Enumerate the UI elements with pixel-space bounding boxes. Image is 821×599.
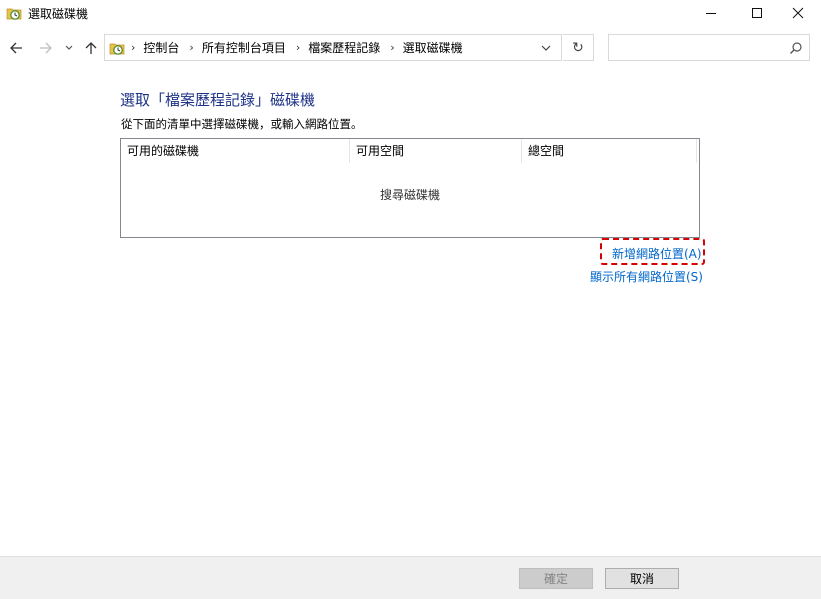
breadcrumb-separator[interactable]: › — [296, 41, 300, 54]
searching-status: 搜尋磁碟機 — [379, 188, 440, 202]
column-header-total-space[interactable]: 總空間 — [522, 139, 697, 163]
breadcrumb-separator[interactable]: › — [390, 41, 394, 54]
search-icon[interactable] — [789, 41, 803, 55]
minimize-icon — [706, 13, 716, 14]
title-bar: 選取磁碟機 — [0, 0, 821, 26]
up-button[interactable] — [80, 37, 102, 59]
show-all-network-locations-link[interactable]: 顯示所有網路位置(S) — [590, 268, 703, 285]
close-icon — [792, 7, 804, 19]
address-bar[interactable]: › 控制台 › 所有控制台項目 › 檔案歷程記錄 › 選取磁碟機 — [104, 34, 562, 61]
address-dropdown-button[interactable] — [532, 34, 560, 61]
file-history-icon — [109, 43, 125, 55]
refresh-button[interactable]: ↻ — [563, 34, 594, 61]
dialog-footer: 確定 取消 — [0, 556, 821, 599]
breadcrumb-item-control-panel[interactable]: 控制台 — [143, 39, 179, 56]
breadcrumb-separator: › — [131, 41, 136, 54]
ok-button[interactable]: 確定 — [519, 568, 593, 589]
refresh-icon: ↻ — [572, 39, 584, 56]
breadcrumb-separator[interactable]: › — [189, 41, 193, 54]
column-header-free-space[interactable]: 可用空間 — [350, 139, 522, 163]
back-button[interactable] — [5, 37, 27, 59]
instruction-text: 從下面的清單中選擇磁碟機，或輸入網路位置。 — [121, 117, 363, 131]
add-network-location-link[interactable]: 新增網路位置(A) — [612, 245, 702, 262]
breadcrumb: › 控制台 › 所有控制台項目 › 檔案歷程記錄 › 選取磁碟機 — [131, 35, 473, 60]
breadcrumb-item-select-drive[interactable]: 選取磁碟機 — [403, 39, 463, 56]
recent-locations-button[interactable] — [62, 39, 76, 55]
close-button[interactable] — [775, 0, 821, 26]
breadcrumb-item-file-history[interactable]: 檔案歷程記錄 — [308, 39, 380, 56]
chevron-down-icon — [541, 45, 551, 51]
list-header: 可用的磁碟機 可用空間 總空間 — [121, 139, 699, 163]
window-title: 選取磁碟機 — [28, 7, 89, 21]
minimize-button[interactable] — [688, 0, 734, 26]
maximize-icon — [752, 8, 762, 18]
breadcrumb-item-all-control-panel-items[interactable]: 所有控制台項目 — [202, 39, 286, 56]
cancel-button[interactable]: 取消 — [605, 568, 679, 589]
maximize-button[interactable] — [734, 0, 780, 26]
column-header-available-drives[interactable]: 可用的磁碟機 — [121, 139, 350, 163]
chevron-down-icon — [65, 45, 73, 50]
search-box[interactable] — [608, 34, 810, 61]
page-title: 選取「檔案歷程記錄」磁碟機 — [120, 91, 316, 109]
arrow-up-icon — [85, 42, 97, 54]
forward-button[interactable] — [35, 37, 57, 59]
search-input[interactable] — [613, 38, 783, 57]
file-history-icon — [6, 8, 22, 20]
arrow-right-icon — [40, 42, 52, 54]
drive-list[interactable]: 可用的磁碟機 可用空間 總空間 搜尋磁碟機 — [120, 138, 700, 238]
arrow-left-icon — [10, 42, 22, 54]
